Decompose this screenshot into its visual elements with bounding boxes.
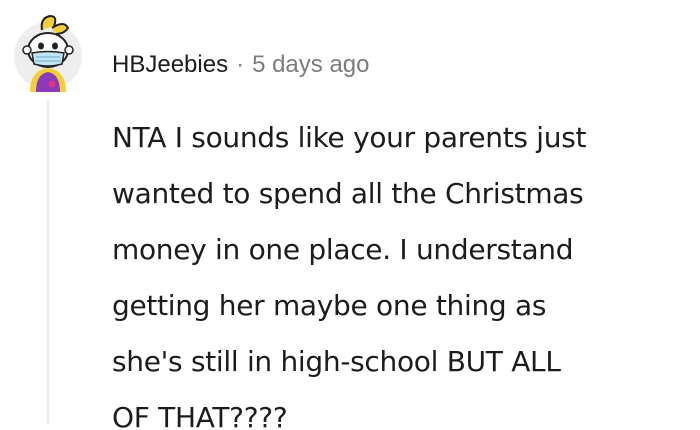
username-link[interactable]: HBJeebies	[112, 51, 228, 79]
thread-line[interactable]	[47, 100, 49, 424]
comment-body-line: wanted to spend all the Christmas	[112, 177, 584, 210]
comment-body-line: OF THAT????	[112, 401, 288, 430]
snoo-avatar-icon	[14, 14, 82, 92]
comment-body-line: she's still in high-school BUT ALL	[112, 345, 561, 378]
avatar[interactable]	[12, 8, 84, 92]
comment-body: NTA I sounds like your parents just want…	[112, 110, 692, 430]
comment-body-line: getting her maybe one thing as	[112, 289, 547, 322]
meta-separator: ·	[236, 51, 245, 78]
comment-body-line: NTA I sounds like your parents just	[112, 121, 587, 154]
comment: HBJeebies · 5 days ago NTA I sounds like…	[0, 0, 700, 430]
timestamp-link[interactable]: 5 days ago	[252, 51, 369, 79]
comment-header: HBJeebies · 5 days ago	[112, 48, 369, 82]
comment-body-line: money in one place. I understand	[112, 233, 574, 266]
